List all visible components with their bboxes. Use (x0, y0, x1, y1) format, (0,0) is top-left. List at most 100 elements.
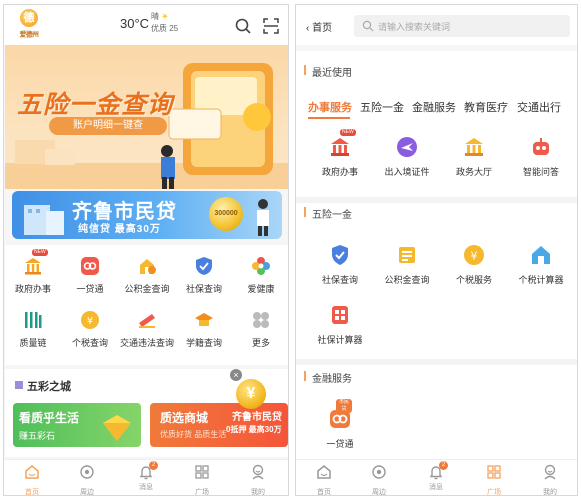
svg-text:¥: ¥ (471, 250, 478, 263)
tab-profile[interactable]: 我的 (530, 464, 570, 496)
close-icon[interactable]: × (230, 369, 242, 381)
sun-icon: ☀ (161, 12, 169, 21)
section-marker (304, 65, 306, 75)
home-screen: 德 爱德州 30°C 晴 ☀ 优质 25 五险一金查询 账户明细一键查 齐鲁市民… (3, 4, 289, 496)
tab-home[interactable]: 首页 (304, 464, 344, 495)
category-tab-education-medical[interactable]: 教育医疗 (464, 99, 508, 115)
quality-life-card[interactable]: 看质乎生活 赚五彩石 (13, 403, 141, 447)
logo-text: 爱德州 (19, 30, 39, 39)
item-label: 社保计算器 (317, 335, 363, 345)
category-tab-finance[interactable]: 金融服务 (412, 99, 456, 115)
tab-label: 消息 (429, 484, 443, 491)
square-icon (487, 465, 501, 479)
message-icon: 2 (428, 461, 448, 480)
home-icon (317, 465, 331, 479)
item-housing-fund[interactable]: 公积金查询 (377, 243, 437, 286)
gem-icon (103, 415, 131, 441)
service-directory-screen: ‹ 首页 请输入搜索关键词 最近使用 办事服务 五险一金 金融服务 教育医疗 交… (295, 4, 578, 496)
service-label: 学籍查询 (185, 338, 222, 348)
service-quality-chain[interactable]: 质量链 (5, 309, 61, 349)
robot-icon (529, 135, 553, 159)
search-icon[interactable] (234, 17, 252, 35)
service-student-record[interactable]: 学籍查询 (176, 309, 232, 349)
card-subtitle: 优质好货 品质生活 (160, 430, 227, 439)
student-record-icon (193, 309, 215, 331)
government-building-icon: NEW (22, 249, 48, 277)
service-housing-fund[interactable]: 公积金查询 (119, 255, 175, 295)
tab-home[interactable]: 首页 (12, 464, 52, 495)
item-social-calculator[interactable]: 社保计算器 (310, 303, 370, 346)
tab-label: 我的 (543, 489, 557, 496)
service-label: 公积金查询 (124, 284, 170, 294)
new-badge: NEW (340, 129, 356, 136)
nearby-icon (80, 465, 94, 479)
item-social-security[interactable]: 社保查询 (310, 243, 370, 286)
section-marker (15, 381, 23, 389)
tab-nearby[interactable]: 周边 (67, 464, 107, 495)
back-button[interactable]: ‹ 首页 (306, 19, 332, 34)
passport-icon (395, 135, 419, 159)
section-title: 最近使用 (312, 68, 352, 79)
message-icon: 2 (138, 461, 158, 480)
tab-messages[interactable]: 2 消息 (416, 461, 456, 492)
category-tab-insurance[interactable]: 五险一金 (360, 99, 404, 115)
yuan-coin-icon[interactable]: ¥ (236, 379, 266, 409)
section-title: 五险一金 (312, 210, 352, 221)
tab-messages[interactable]: 2 消息 (126, 461, 166, 492)
item-tax-calculator[interactable]: 个税计算器 (511, 243, 571, 286)
nearby-icon (372, 465, 386, 479)
tab-label: 周边 (372, 489, 386, 496)
search-icon (362, 20, 374, 32)
new-badge: NEW (32, 249, 48, 256)
loan-icon (79, 255, 101, 277)
service-traffic-violation[interactable]: 交通违法查询 (119, 309, 175, 349)
card-title: 看质乎生活 (19, 411, 80, 425)
item-label: 个税服务 (455, 275, 492, 285)
item-label: 智能问答 (522, 167, 559, 177)
service-grid: NEW 政府办事 一贷通 公积金查询 社保查询 爱健康 质量链 ¥ 个税查询 交… (5, 245, 288, 365)
quality-chain-icon (22, 309, 44, 331)
item-smart-qa[interactable]: 智能问答 (511, 135, 571, 178)
active-category-underline (308, 117, 350, 119)
insurance-query-banner[interactable]: 五险一金查询 账户明细一键查 (5, 45, 288, 189)
item-label: 公积金查询 (384, 275, 430, 285)
square-icon (195, 465, 209, 479)
item-exit-entry[interactable]: 出入境证件 (377, 135, 437, 178)
tab-square[interactable]: 广场 (474, 464, 514, 495)
service-more[interactable]: 更多 (233, 309, 288, 349)
tab-label: 我的 (251, 489, 265, 496)
building-illustration (24, 205, 64, 235)
unread-badge: 2 (439, 461, 448, 470)
service-loan[interactable]: 一贷通 (62, 255, 118, 295)
item-loan[interactable]: 市民贷 一贷通 (310, 399, 370, 450)
search-input[interactable]: 请输入搜索关键词 (354, 15, 570, 37)
section-title: 五彩之城 (27, 381, 71, 393)
item-label: 出入境证件 (384, 167, 430, 177)
tab-nearby[interactable]: 周边 (359, 464, 399, 496)
government-hall-icon (462, 135, 486, 159)
tab-square[interactable]: 广场 (182, 464, 222, 496)
health-icon (250, 255, 272, 277)
section-title: 金融服务 (312, 374, 352, 385)
weather-info: 晴 ☀ 优质 25 (151, 11, 178, 35)
item-government-hall[interactable]: 政务大厅 (444, 135, 504, 178)
service-label: 质量链 (19, 338, 47, 348)
item-government-affairs[interactable]: NEW 政府办事 (310, 129, 370, 178)
service-government-affairs[interactable]: NEW 政府办事 (5, 249, 61, 295)
service-tax-query[interactable]: ¥ 个税查询 (62, 309, 118, 349)
service-social-security[interactable]: 社保查询 (176, 255, 232, 295)
service-health[interactable]: 爱健康 (233, 255, 288, 295)
tab-label: 广场 (195, 489, 209, 496)
quality-mall-card[interactable]: 质选商城 优质好货 品质生活 齐鲁市民贷 0抵押 最高30万 (150, 403, 288, 447)
citizen-loan-banner[interactable]: 齐鲁市民贷 纯信贷 最高30万 300000 (12, 191, 282, 239)
category-tab-transport[interactable]: 交通出行 (517, 99, 561, 115)
service-label: 社保查询 (185, 284, 222, 294)
banner-title: 五险一金查询 (17, 91, 174, 119)
top-bar: 德 爱德州 30°C 晴 ☀ 优质 25 (4, 5, 288, 45)
category-tab-services[interactable]: 办事服务 (308, 99, 352, 115)
app-logo[interactable]: 德 爱德州 (14, 9, 44, 41)
scan-icon[interactable] (262, 17, 280, 35)
item-tax-service[interactable]: ¥ 个税服务 (444, 243, 504, 286)
card-title: 质选商城 (160, 411, 209, 425)
tab-profile[interactable]: 我的 (238, 464, 278, 496)
